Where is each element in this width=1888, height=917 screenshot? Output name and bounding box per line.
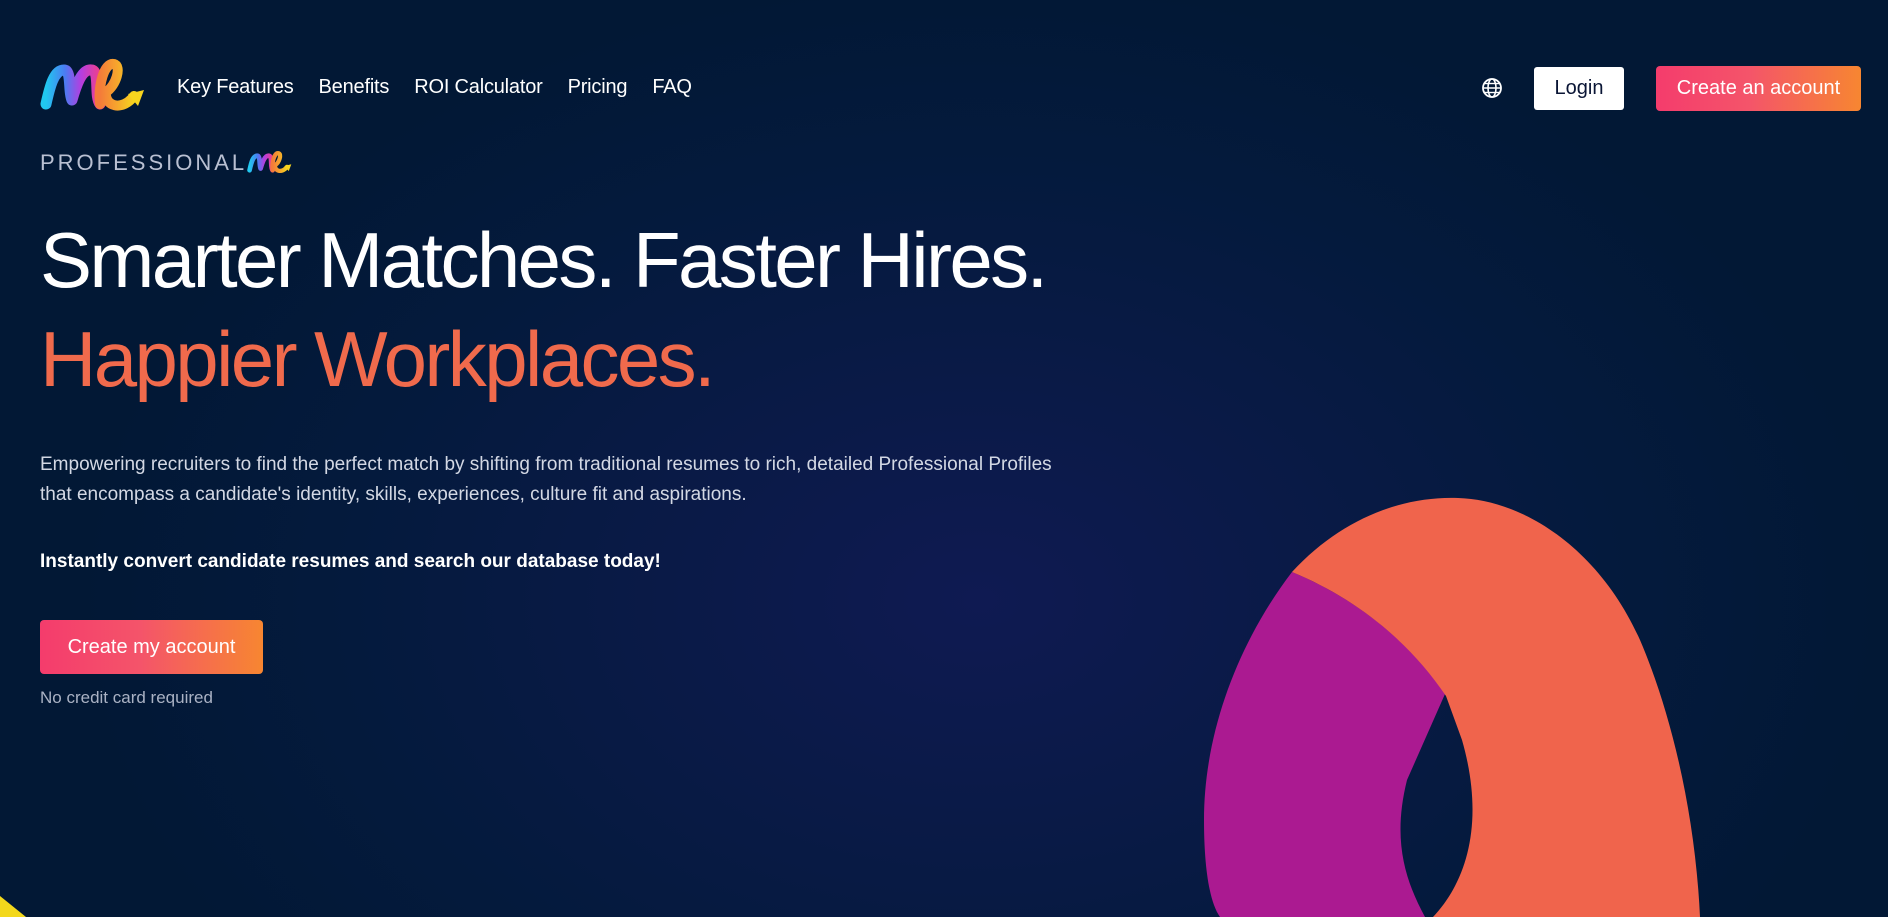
headline-line-2: Happier Workplaces.: [40, 315, 716, 403]
decorative-corner-triangle: [0, 896, 26, 917]
me-mini-logo-icon: [247, 151, 292, 173]
professional-me-brand: PROFESSIONAL: [40, 148, 293, 178]
hero-description: Empowering recruiters to find the perfec…: [40, 454, 1052, 505]
decorative-ring-graphic: [1204, 497, 1700, 917]
login-button[interactable]: Login: [1534, 67, 1624, 110]
no-credit-card-note: No credit card required: [40, 688, 213, 707]
me-logo-icon[interactable]: [40, 56, 148, 118]
create-my-account-button[interactable]: Create my account: [40, 620, 263, 674]
brand-text: PROFESSIONAL: [40, 150, 248, 175]
headline-line-1: Smarter Matches. Faster Hires.: [40, 216, 1048, 304]
main-nav: Key Features Benefits ROI Calculator Pri…: [177, 74, 692, 100]
nav-key-features[interactable]: Key Features: [177, 76, 294, 99]
nav-benefits[interactable]: Benefits: [319, 76, 390, 99]
nav-pricing[interactable]: Pricing: [568, 76, 628, 99]
nav-roi-calculator[interactable]: ROI Calculator: [414, 76, 543, 99]
nav-faq[interactable]: FAQ: [652, 76, 692, 99]
hero-cta-text: Instantly convert candidate resumes and …: [40, 551, 661, 572]
globe-icon[interactable]: [1481, 77, 1503, 99]
create-account-button[interactable]: Create an account: [1656, 66, 1861, 111]
